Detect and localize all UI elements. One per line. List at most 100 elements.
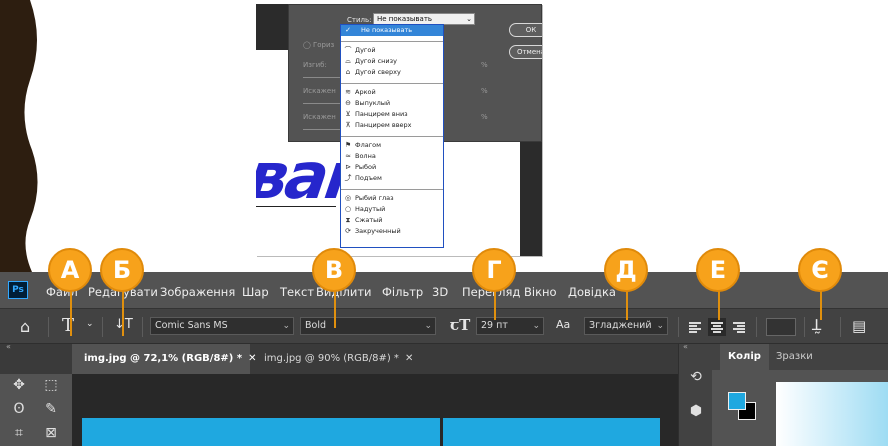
- arch-icon: ≋: [345, 88, 351, 96]
- separator: [48, 317, 49, 337]
- collapse-icon[interactable]: «: [683, 342, 688, 351]
- arc-lower-icon: ⌓: [345, 57, 351, 65]
- separator: [840, 317, 841, 337]
- history-panel-icon[interactable]: ⟲: [685, 366, 707, 388]
- warp-style-option-label: Подъем: [355, 174, 382, 182]
- text-color-swatch[interactable]: [766, 318, 796, 336]
- foreground-color-swatch[interactable]: [728, 392, 746, 410]
- warp-style-option-label: Дугой снизу: [355, 57, 397, 65]
- dropdown-separator: [341, 136, 443, 137]
- bend-label: Изгиб:: [303, 61, 327, 69]
- home-icon[interactable]: ⌂: [20, 317, 30, 336]
- warp-style-option[interactable]: ⌂ Дугой сверху: [341, 67, 443, 78]
- ok-button[interactable]: ОК: [509, 23, 542, 37]
- text-tool-icon[interactable]: T: [62, 315, 74, 336]
- badge-pointer: [70, 290, 72, 336]
- quick-select-tool-icon[interactable]: ✎: [40, 398, 62, 420]
- warp-style-option[interactable]: ⌒ Дугой: [341, 45, 443, 56]
- style-select-value: Не показывать: [377, 15, 433, 23]
- tab-swatches[interactable]: Зразки: [768, 344, 821, 370]
- menu-item[interactable]: Зображення: [160, 285, 235, 299]
- move-tool-icon[interactable]: ✥: [8, 374, 30, 396]
- menu-item[interactable]: Фільтр: [382, 285, 423, 299]
- badge-v: В: [312, 248, 356, 292]
- warp-style-option[interactable]: ⊖ Выпуклый: [341, 98, 443, 109]
- separator: [142, 317, 143, 337]
- warp-style-option[interactable]: ≋ Аркой: [341, 87, 443, 98]
- dropdown-separator: [341, 189, 443, 190]
- tools-panel: ✥ ⬚ ʘ ✎ ⌗ ⊠: [0, 374, 72, 446]
- menu-item[interactable]: 3D: [432, 285, 448, 299]
- font-family-select[interactable]: Comic Sans MS ⌄: [150, 317, 294, 335]
- menu-item[interactable]: Шар: [242, 285, 269, 299]
- rise-icon: ⤴: [344, 174, 352, 182]
- chevron-down-icon: ⌄: [532, 321, 540, 331]
- dropdown-separator: [341, 41, 443, 42]
- marquee-tool-icon[interactable]: ⬚: [40, 374, 62, 396]
- badge-pointer: [122, 290, 124, 336]
- badge-pointer: [494, 290, 496, 320]
- warp-style-option[interactable]: ⤴ Подъем: [341, 173, 443, 184]
- tab-color[interactable]: Колір: [720, 344, 769, 370]
- collapse-icon[interactable]: «: [6, 342, 11, 351]
- inflate-icon: ○: [344, 205, 352, 213]
- chevron-down-icon: ⌄: [656, 321, 664, 331]
- font-style-select[interactable]: Bold ⌄: [300, 317, 436, 335]
- crop-tool-icon[interactable]: ⌗: [8, 422, 30, 444]
- chevron-down-icon: ⌄: [282, 321, 290, 331]
- panel-tabs: Колір Зразки: [712, 344, 888, 370]
- separator: [756, 317, 757, 337]
- cancel-button[interactable]: Отмена: [509, 45, 542, 59]
- warp-style-option-label: Панцирем вверх: [355, 121, 412, 129]
- warp-style-option[interactable]: ⌓ Дугой снизу: [341, 56, 443, 67]
- document-canvas[interactable]: [82, 418, 660, 446]
- tab-img-90[interactable]: img.jpg @ 90% (RGB/8#) * ✕: [252, 344, 428, 374]
- menu-item[interactable]: Довідка: [568, 285, 616, 299]
- warp-style-option[interactable]: ⟳ Закрученный: [341, 226, 443, 237]
- warp-style-option[interactable]: ○ Надутый: [341, 204, 443, 215]
- badge-d: Д: [604, 248, 648, 292]
- 3d-panel-icon[interactable]: ⬢: [685, 400, 707, 422]
- warp-style-option-label: Сжатый: [355, 216, 383, 224]
- warp-style-option[interactable]: ≈ Волна: [341, 151, 443, 162]
- font-size-select[interactable]: 29 пт ⌄: [476, 317, 544, 335]
- warp-style-option[interactable]: ⊳ Рыбой: [341, 162, 443, 173]
- character-panel-icon[interactable]: ▤: [852, 317, 866, 335]
- align-left-button[interactable]: [686, 318, 704, 336]
- distort-percent-horizontal: %: [481, 87, 488, 95]
- badge-pointer: [626, 290, 628, 320]
- warp-style-option-label: Панцирем вниз: [355, 110, 408, 118]
- fisheye-icon: ◎: [344, 194, 352, 202]
- badge-pointer: [334, 290, 336, 328]
- canvas-area[interactable]: [72, 374, 678, 446]
- warp-style-option[interactable]: ✓ Не показывать: [341, 25, 443, 36]
- font-size-icon: ꞇT: [450, 316, 471, 334]
- warp-style-option[interactable]: ⚑ Флагом: [341, 140, 443, 151]
- warp-style-option-label: Не показывать: [361, 26, 413, 34]
- antialias-value: Згладжений: [589, 320, 652, 331]
- slide-background: Стиль: Не показывать ⌄ ОК Отмена ◯ Гориз…: [0, 0, 888, 272]
- align-center-button[interactable]: [708, 318, 726, 336]
- separator: [804, 317, 805, 337]
- frame-tool-icon[interactable]: ⊠: [40, 422, 62, 444]
- lasso-tool-icon[interactable]: ʘ: [8, 398, 30, 420]
- color-picker-field[interactable]: [776, 382, 888, 446]
- tab-img-72[interactable]: img.jpg @ 72,1% (RGB/8#) * ✕: [72, 344, 256, 374]
- orientation-radio-icon[interactable]: ◯: [303, 41, 311, 49]
- warp-style-option[interactable]: ⊻ Панцирем вниз: [341, 109, 443, 120]
- shell-upper-icon: ⊼: [345, 121, 351, 129]
- distort-percent-vertical: %: [481, 113, 488, 121]
- tool-preset-chevron-icon[interactable]: ⌄: [86, 319, 94, 329]
- tab-label: img.jpg @ 72,1% (RGB/8#) *: [84, 353, 243, 364]
- warp-style-option-label: Рыбий глаз: [355, 194, 394, 202]
- menu-item[interactable]: Вікно: [524, 285, 557, 299]
- warp-style-option[interactable]: ◎ Рыбий глаз: [341, 193, 443, 204]
- badge-e: Е: [696, 248, 740, 292]
- warp-style-option[interactable]: ⊼ Панцирем вверх: [341, 120, 443, 131]
- menu-item[interactable]: Текст: [280, 285, 314, 299]
- dropdown-separator: [341, 83, 443, 84]
- close-icon[interactable]: ✕: [405, 353, 413, 364]
- align-right-button[interactable]: [730, 318, 748, 336]
- warp-style-option[interactable]: ⧗ Сжатый: [341, 215, 443, 226]
- baseline-divider: [256, 206, 336, 207]
